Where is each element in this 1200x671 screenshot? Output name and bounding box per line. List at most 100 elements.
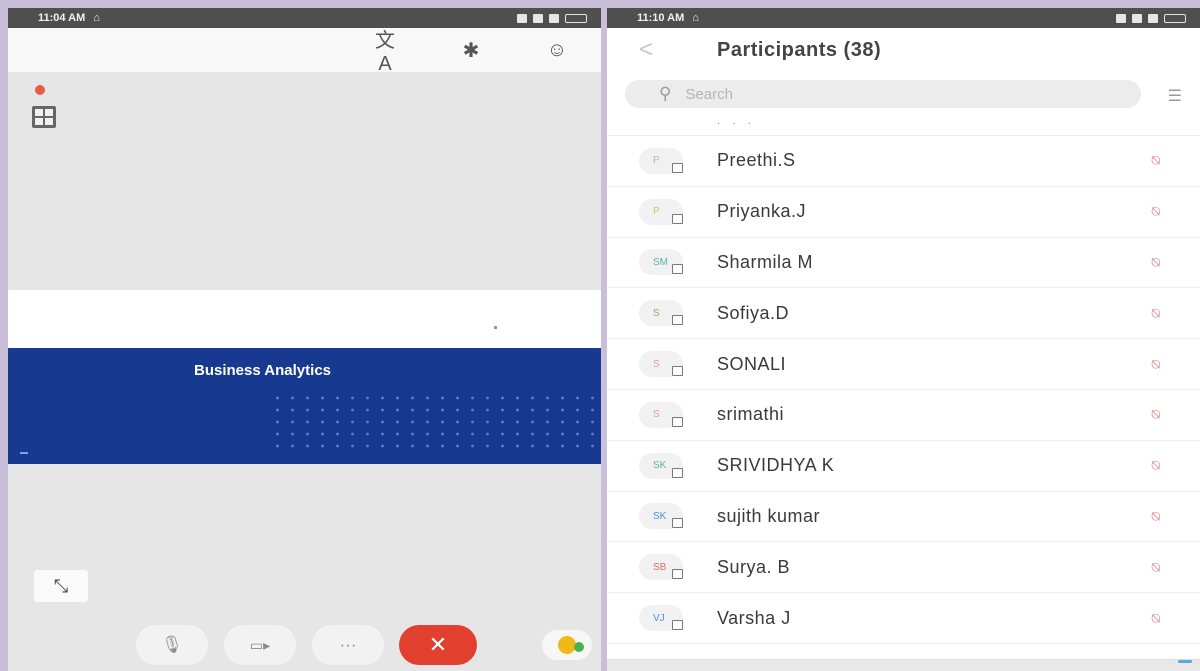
participant-name: Surya. B (717, 556, 791, 577)
reaction-button[interactable] (542, 630, 592, 660)
participant-name: SONALI (717, 353, 787, 374)
avatar: SM (639, 249, 683, 276)
mic-muted-icon: ⍉ (1151, 203, 1160, 220)
expand-icon[interactable]: ⤡ (34, 570, 88, 602)
meeting-toolbar: 文A ✱ ☺ (8, 28, 601, 75)
wifi-icon (549, 13, 559, 23)
mic-muted-icon: ⍉ (1151, 609, 1160, 626)
participants-screen: 11:10 AM ⌂ < Participants (38) ⚲ Search … (607, 8, 1200, 671)
avatar-initials: S (653, 358, 660, 370)
meeting-screen: 11:04 AM ⌂ 文A ✱ ☺ Business Analytics ⤡ 🎙… (8, 8, 601, 671)
battery-icon (1164, 13, 1186, 23)
participant-row[interactable]: P Preethi.S ⍉ (607, 136, 1200, 187)
page-title: Participants (38) (717, 38, 882, 61)
alarm-icon (517, 13, 527, 23)
bluetooth-icon[interactable]: ✱ (457, 38, 485, 63)
participant-name: Sharmila M (717, 251, 814, 272)
participant-row[interactable]: SB Surya. B ⍉ (607, 542, 1200, 594)
participant-row[interactable]: SK sujith kumar ⍉ (607, 492, 1200, 543)
mic-muted-icon: ⍉ (1151, 457, 1160, 474)
translate-icon[interactable]: 文A (371, 24, 399, 76)
shared-slide: Business Analytics (8, 348, 601, 464)
participant-name: srimathi (717, 404, 785, 425)
participant-name: Varsha J (717, 607, 791, 628)
list-item-partial: ··· (607, 116, 1200, 136)
participant-row[interactable]: SK SRIVIDHYA K ⍉ (607, 441, 1200, 492)
notification-icon: ⌂ (692, 12, 699, 24)
status-time: 11:10 AM (637, 12, 685, 24)
mic-muted-icon: ⍉ (1151, 152, 1160, 169)
avatar: S (639, 351, 683, 378)
device-icon (672, 162, 683, 173)
participant-row[interactable]: P Priyanka.J ⍉ (607, 187, 1200, 238)
mic-muted-icon: ⍉ (1151, 507, 1160, 524)
device-icon (672, 467, 683, 478)
avatar: SB (639, 554, 683, 581)
signal-icon (533, 13, 543, 23)
scrollbar[interactable] (1178, 660, 1192, 663)
device-icon (672, 264, 683, 275)
mic-muted-icon: ⍉ (1151, 406, 1160, 423)
mic-muted-icon: ⍉ (1151, 253, 1160, 270)
video-off-icon: ▭▸ (249, 636, 271, 653)
slide-dot (494, 326, 497, 329)
avatar-initials: P (653, 206, 660, 218)
avatar: VJ (639, 605, 683, 632)
participant-row[interactable]: S SONALI ⍉ (607, 339, 1200, 390)
participant-row[interactable]: SM Sharmila M ⍉ (607, 238, 1200, 289)
slide-mark (20, 452, 28, 454)
reaction-emoji-icon (558, 636, 584, 654)
avatar-initials: S (653, 307, 660, 319)
status-icons (517, 13, 587, 23)
avatar: P (639, 147, 683, 174)
sort-icon[interactable]: ☰ (1168, 86, 1182, 106)
avatar: P (639, 198, 683, 225)
end-call-icon: ✕ (428, 632, 448, 657)
mic-muted-icon: ⍉ (1151, 558, 1160, 575)
battery-icon (565, 13, 587, 23)
participant-name: SRIVIDHYA K (717, 455, 835, 476)
grid-view-icon[interactable] (32, 106, 56, 128)
participant-row[interactable]: Ssrimathi ⍉ (607, 390, 1200, 441)
more-icon: ··· (339, 635, 357, 654)
avatar-initials: P (653, 155, 660, 167)
device-icon (672, 569, 683, 580)
device-icon (672, 518, 683, 529)
slide-top-area (8, 290, 601, 348)
mic-muted-icon: ⍉ (1151, 304, 1160, 321)
avatar: SK (639, 452, 683, 479)
search-icon: ⚲ (659, 84, 672, 103)
video-off-button[interactable]: ▭▸ (224, 625, 296, 665)
participant-name: Sofiya.D (717, 302, 790, 323)
status-bar: 11:10 AM ⌂ (607, 8, 1200, 28)
alarm-icon (1116, 13, 1126, 23)
participant-row[interactable]: VJ Varsha J ⍉ (607, 593, 1200, 644)
avatar-initials: SK (653, 460, 667, 472)
participant-row[interactable]: S Sofiya.D ⍉ (607, 288, 1200, 340)
mic-muted-icon: ⍉ (1151, 355, 1160, 372)
shared-content-area: Business Analytics ⤡ 🎙︎ ▭▸ ··· ✕ (8, 72, 601, 671)
device-icon (672, 366, 683, 377)
mute-mic-button[interactable]: 🎙︎ (136, 625, 208, 665)
status-bar: 11:04 AM ⌂ (8, 8, 601, 28)
avatar-initials: S (653, 409, 660, 421)
avatar-initials: SB (653, 561, 667, 573)
search-input[interactable]: ⚲ Search (625, 80, 1141, 108)
avatar: SK (639, 503, 683, 530)
more-button[interactable]: ··· (312, 625, 384, 665)
slide-dot-pattern (270, 392, 600, 452)
participant-list: ··· P Preethi.S ⍉ P Priyanka.J ⍉ SM Sharmila M ⍉… (607, 116, 1200, 644)
participant-name: Preethi.S (717, 150, 796, 171)
end-call-button[interactable]: ✕ (399, 625, 477, 665)
recording-indicator-icon (35, 85, 45, 95)
search-placeholder: Search (685, 85, 733, 103)
participants-icon[interactable]: ☺ (543, 39, 571, 62)
back-icon[interactable]: < (639, 36, 653, 64)
avatar-initials: SK (653, 510, 667, 522)
notification-icon: ⌂ (93, 12, 100, 24)
device-icon (672, 315, 683, 326)
device-icon (672, 213, 683, 224)
participants-header: < Participants (38) (607, 28, 1200, 72)
search-row: ⚲ Search ☰ (607, 72, 1200, 116)
wifi-icon (1148, 13, 1158, 23)
